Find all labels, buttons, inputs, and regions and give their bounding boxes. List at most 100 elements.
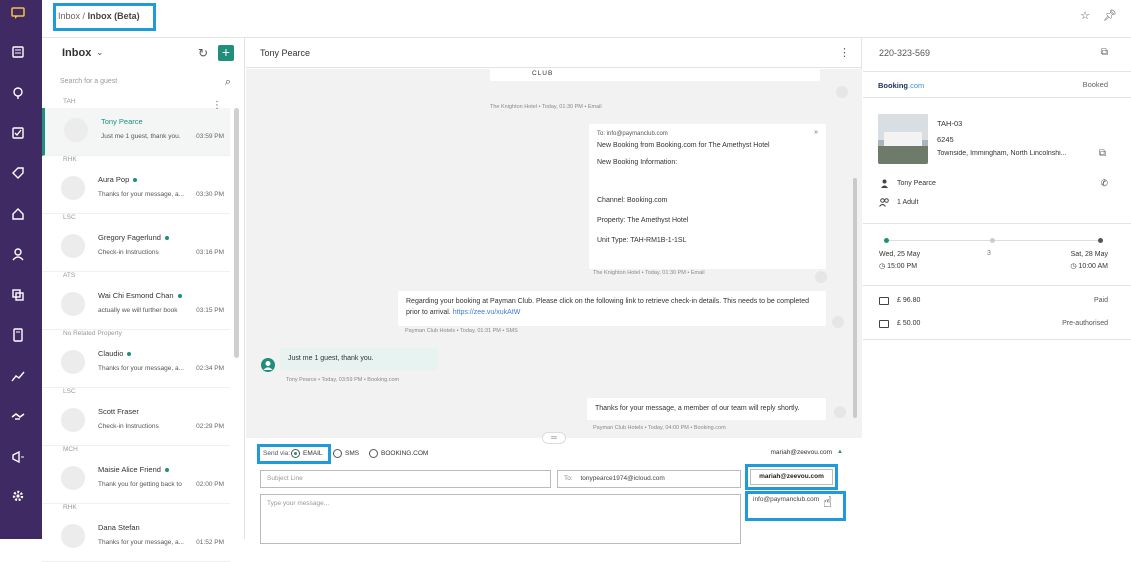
- list-icon[interactable]: [11, 45, 25, 59]
- caret-up-icon[interactable]: ▲: [837, 449, 843, 455]
- deposit-icon: [879, 320, 889, 328]
- channel-booking-label[interactable]: BOOKING.COM: [381, 450, 428, 457]
- from-option-1[interactable]: mariah@zeevou.com: [750, 469, 833, 485]
- from-dropdown-option-selected[interactable]: mariah@zeevou.com: [745, 464, 838, 490]
- guest-avatar: [261, 358, 275, 372]
- tag-icon[interactable]: [11, 166, 25, 180]
- breadcrumb-parent[interactable]: Inbox: [58, 11, 80, 21]
- refresh-icon[interactable]: ↻: [198, 46, 208, 60]
- conversation-group-label: RHK: [63, 504, 77, 511]
- home-icon[interactable]: [11, 207, 25, 221]
- avatar: [61, 234, 85, 258]
- guest-name: Claudio: [98, 349, 124, 358]
- email-channel-label: Channel:: [597, 196, 626, 204]
- inbox-title[interactable]: Inbox: [62, 47, 91, 59]
- radio-email[interactable]: [291, 449, 300, 458]
- conversation-item[interactable]: Aura Pop Thanks for your message, a... 03:…: [42, 166, 230, 214]
- message-time: 01:52 PM: [196, 539, 224, 546]
- settings-icon[interactable]: [11, 489, 25, 503]
- calculator-icon[interactable]: [11, 328, 25, 342]
- more-options-icon[interactable]: ⋮: [212, 100, 222, 111]
- sender-avatar: [815, 271, 827, 283]
- message-meta: Tony Pearce • Today, 03:59 PM • Booking.…: [286, 377, 400, 383]
- expand-icon[interactable]: »: [814, 128, 818, 138]
- avatar: [61, 350, 85, 374]
- guest-count: 1 Adult: [897, 199, 919, 206]
- subject-input[interactable]: Subject Line: [260, 470, 551, 488]
- star-icon[interactable]: ☆: [1080, 10, 1090, 22]
- radio-booking[interactable]: [369, 449, 378, 458]
- conversation-item[interactable]: Dana Stefan Thanks for your message, a...…: [42, 514, 230, 562]
- to-value: tonypearce1974@icloud.com: [580, 475, 665, 482]
- user-icon[interactable]: [11, 247, 25, 261]
- checkin-time: 15:00 PM: [887, 263, 918, 270]
- message-preview: Check-in Instructions: [98, 249, 159, 256]
- divider: [863, 285, 1131, 286]
- guest-name: Tony Pearce: [101, 117, 143, 126]
- divider: [863, 223, 1131, 224]
- conversation-group-label: LSC: [63, 214, 76, 221]
- conversation-item[interactable]: Claudio Thanks for your message, a... 02:3…: [42, 340, 230, 388]
- conversation-item[interactable]: Wai Chi Esmond Chan actually we will furt…: [42, 282, 230, 330]
- channel-email-label[interactable]: EMAIL: [303, 450, 323, 457]
- guest-phone: 220-323-569: [879, 48, 931, 58]
- property-thumbnail[interactable]: [878, 114, 928, 164]
- message-input[interactable]: Type your message...: [260, 494, 741, 544]
- phone-icon[interactable]: ✆: [1100, 178, 1108, 189]
- person-icon: [880, 179, 889, 190]
- chevron-down-icon[interactable]: ⌄: [96, 47, 104, 58]
- copy-icon[interactable]: [11, 288, 25, 302]
- amount-preauth: £ 50.00: [897, 320, 921, 327]
- radio-sms[interactable]: [333, 449, 342, 458]
- avatar: [64, 118, 88, 142]
- top-bar: Inbox / Inbox (Beta) ☆ 📌︎: [42, 0, 1131, 38]
- message-email-cut: CLUB: [490, 69, 820, 81]
- to-field[interactable]: To: tonypearce1974@icloud.com: [557, 470, 741, 488]
- more-options-icon[interactable]: ⋮: [839, 46, 850, 59]
- copy-icon[interactable]: ⧉: [1099, 148, 1106, 159]
- from-option-2[interactable]: info@paymanclub.com: [753, 496, 819, 503]
- pin-icon[interactable]: 📌︎: [1103, 10, 1117, 22]
- conversation-name: Claudio: [98, 349, 132, 358]
- message-preview: actually we will further book: [98, 307, 178, 314]
- chart-icon[interactable]: [11, 369, 25, 383]
- email-property-line: Property: The Amethyst Hotel: [597, 216, 818, 226]
- conversation-item[interactable]: Maisie Alice Friend Thank you for getting…: [42, 456, 230, 504]
- list-scrollbar[interactable]: [234, 108, 239, 358]
- conversation-guest-name: Tony Pearce: [260, 48, 311, 58]
- thread-scrollbar[interactable]: [853, 178, 857, 418]
- megaphone-icon[interactable]: [11, 450, 25, 464]
- conversation-name: Maisie Alice Friend: [98, 465, 169, 474]
- email-info-heading: New Booking Information:: [597, 159, 678, 167]
- checkin-link[interactable]: https://zee.vu/xukAtW: [453, 309, 521, 316]
- conversation-item[interactable]: Tony Pearce Just me 1 guest, thank you. 03…: [42, 100, 230, 156]
- message-time: 02:34 PM: [196, 365, 224, 372]
- from-address[interactable]: mariah@zeevou.com: [770, 449, 832, 456]
- message-preview: Thank you for getting back to: [98, 481, 182, 488]
- email-unit-label: Unit Type:: [597, 236, 629, 244]
- divider: [863, 339, 1131, 340]
- search-icon[interactable]: ⌕: [225, 76, 231, 89]
- message-preview: Thanks for your message, a...: [98, 365, 184, 372]
- conversation-item[interactable]: Scott Fraser Check-in Instructions 02:29 P…: [42, 398, 230, 446]
- inbox-list-panel: Inbox ⌄ ↻ + Search for a guest ⌕ TAH Tony…: [42, 38, 245, 562]
- checkin-dot: [884, 238, 889, 243]
- property-address: Townside, Immingham, North Lincolnshi...: [937, 150, 1067, 157]
- checkout-date: Sat, 28 May: [1070, 251, 1108, 258]
- to-label: To:: [564, 475, 573, 482]
- inbox-icon[interactable]: [11, 6, 25, 20]
- conversation-item[interactable]: Gregory Fagerlund Check-in Instructions 03…: [42, 224, 230, 272]
- channel-sms-label[interactable]: SMS: [345, 450, 359, 457]
- avatar: [61, 408, 85, 432]
- location-icon[interactable]: [11, 86, 25, 100]
- external-link-icon[interactable]: ⧉: [1101, 47, 1108, 58]
- search-placeholder: Search for a guest: [60, 78, 118, 85]
- send-via-label: Send via:: [263, 450, 291, 457]
- guest-search-input[interactable]: Search for a guest ⌕: [60, 76, 235, 92]
- email-unit-value: TAH-RM1B-1-1SL: [630, 236, 687, 244]
- checklist-icon[interactable]: [11, 126, 25, 140]
- avatar: [61, 466, 85, 490]
- resize-handle[interactable]: ═: [542, 432, 566, 444]
- new-conversation-button[interactable]: +: [218, 45, 234, 61]
- handshake-icon[interactable]: [11, 410, 25, 424]
